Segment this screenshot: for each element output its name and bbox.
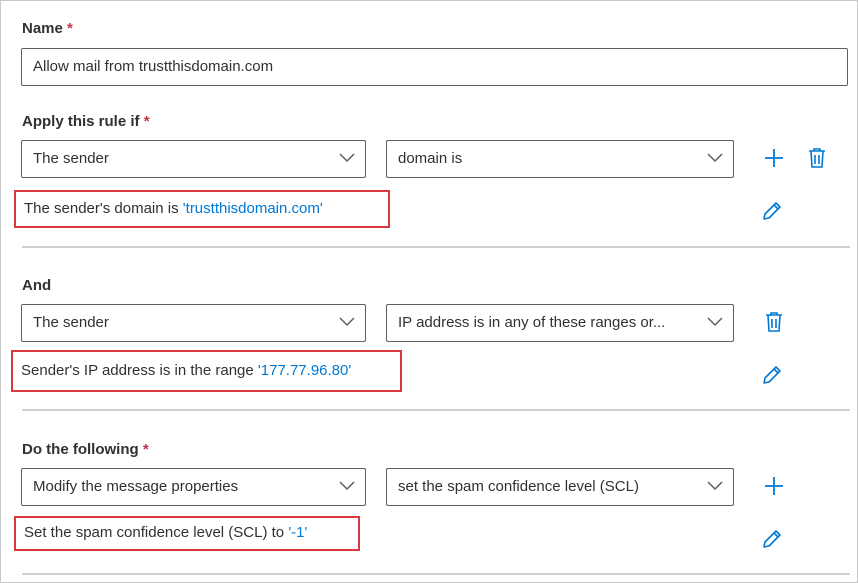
condition-label: Apply this rule if *: [22, 113, 150, 130]
action-summary-value[interactable]: '-1': [288, 524, 307, 541]
chevron-down-icon: [707, 481, 723, 491]
edit-action-button[interactable]: [760, 527, 784, 551]
pencil-icon: [763, 530, 781, 548]
action-label: Do the following *: [22, 441, 149, 458]
condition-summary[interactable]: The sender's domain is 'trustthisdomain.…: [14, 190, 390, 228]
chevron-down-icon: [339, 317, 355, 327]
chevron-down-icon: [339, 481, 355, 491]
action-detail-dropdown[interactable]: set the spam confidence level (SCL): [386, 468, 734, 506]
plus-icon: [765, 477, 783, 495]
and-subject-dropdown[interactable]: The sender: [21, 304, 366, 342]
and-label: And: [22, 277, 52, 294]
edit-condition-button[interactable]: [760, 199, 784, 223]
pencil-icon: [763, 202, 781, 220]
delete-and-condition-button[interactable]: [762, 310, 786, 334]
section-divider: [22, 573, 850, 575]
delete-condition-button[interactable]: [805, 146, 829, 170]
section-divider: [22, 409, 850, 411]
action-summary[interactable]: Set the spam confidence level (SCL) to '…: [14, 516, 360, 551]
required-indicator: *: [143, 113, 150, 130]
required-indicator: *: [67, 20, 73, 37]
condition-summary-value[interactable]: 'trustthisdomain.com': [183, 200, 323, 217]
and-condition-summary[interactable]: Sender's IP address is in the range '177…: [11, 350, 402, 392]
and-condition-summary-value[interactable]: '177.77.96.80': [258, 362, 351, 379]
chevron-down-icon: [707, 153, 723, 163]
condition-predicate-dropdown[interactable]: domain is: [386, 140, 734, 178]
edit-and-condition-button[interactable]: [760, 363, 784, 387]
chevron-down-icon: [339, 153, 355, 163]
trash-icon: [809, 148, 825, 168]
section-divider: [22, 246, 850, 248]
action-type-dropdown[interactable]: Modify the message properties: [21, 468, 366, 506]
name-label: Name *: [22, 20, 73, 37]
trash-icon: [766, 312, 782, 332]
chevron-down-icon: [707, 317, 723, 327]
add-action-button[interactable]: [762, 474, 786, 498]
pencil-icon: [763, 366, 781, 384]
name-input[interactable]: Allow mail from trustthisdomain.com: [21, 48, 848, 86]
condition-subject-dropdown[interactable]: The sender: [21, 140, 366, 178]
plus-icon: [765, 149, 783, 167]
required-indicator: *: [142, 441, 149, 458]
add-condition-button[interactable]: [762, 146, 786, 170]
and-predicate-dropdown[interactable]: IP address is in any of these ranges or.…: [386, 304, 734, 342]
